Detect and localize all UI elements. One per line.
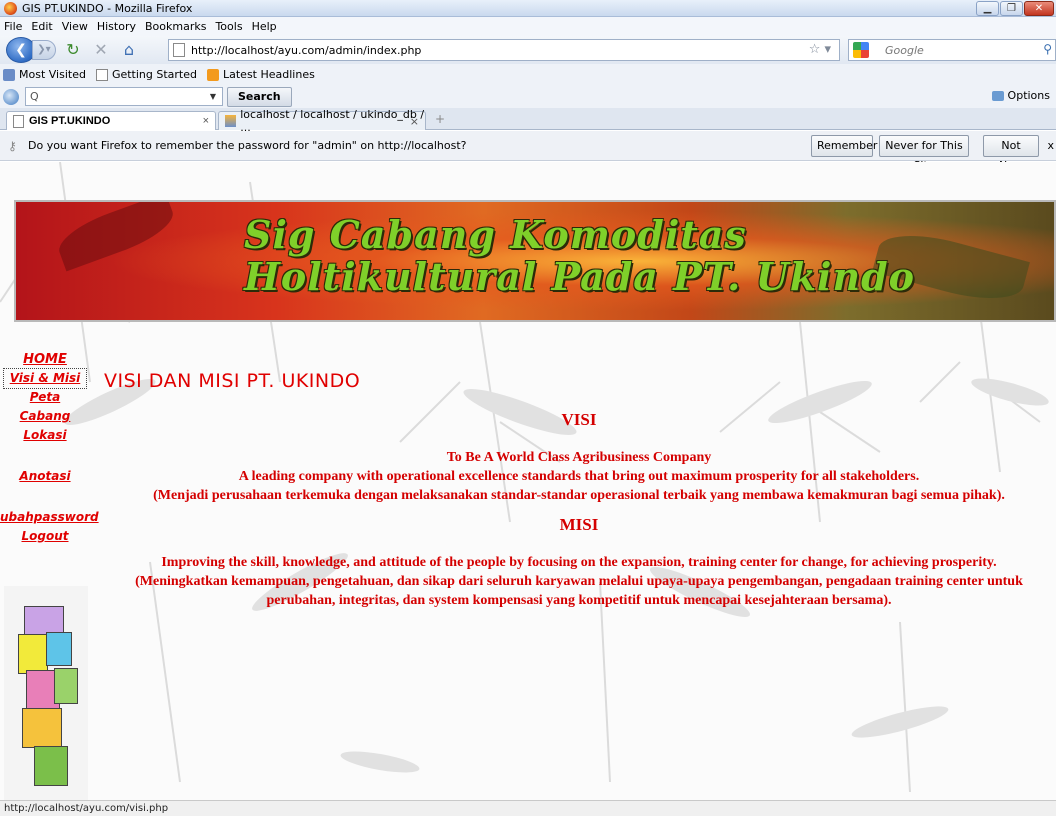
bookmark-label: Most Visited <box>19 68 86 81</box>
home-icon[interactable]: ⌂ <box>118 40 140 60</box>
search-engine-placeholder: Google <box>885 43 924 57</box>
menu-file[interactable]: File <box>4 20 22 33</box>
map-region <box>54 668 78 704</box>
options-label: Options <box>1007 89 1050 102</box>
address-bar[interactable]: http://localhost/ayu.com/admin/index.php… <box>168 39 840 61</box>
not-now-button[interactable]: Not Now <box>983 135 1039 172</box>
map-region <box>18 634 48 674</box>
toolbar-logo-icon[interactable] <box>3 88 19 105</box>
key-icon: ⚷ <box>8 138 17 153</box>
banner-line-1: Sig Cabang Komoditas <box>244 212 747 257</box>
bookmark-most-visited[interactable]: Most Visited <box>3 68 86 81</box>
options-button[interactable]: Options <box>991 89 1050 102</box>
nav-link-logout[interactable]: Logout <box>0 527 90 546</box>
remember-button[interactable]: Remember <box>811 135 877 157</box>
misi-line-2: (Meningkatkan kemampuan, pengetahuan, da… <box>135 574 1023 608</box>
window-controls: ▁ ❐ ✕ <box>976 1 1054 16</box>
page-icon <box>173 43 185 57</box>
toolbar-search-input[interactable]: Q ▼ <box>25 87 223 106</box>
url-text[interactable]: http://localhost/ayu.com/admin/index.php <box>191 44 421 57</box>
page-title: VISI DAN MISI PT. UKINDO <box>104 370 361 392</box>
menu-history[interactable]: History <box>97 20 136 33</box>
main-content: VISI DAN MISI PT. UKINDO VISI To Be A Wo… <box>104 370 1054 610</box>
nav-link-cabang[interactable]: Cabang <box>0 407 90 426</box>
region-map-thumbnail[interactable] <box>4 586 88 800</box>
nav-link-peta[interactable]: Peta <box>0 388 90 407</box>
bookmark-getting-started[interactable]: Getting Started <box>95 68 197 81</box>
forward-button[interactable]: ❯▾ <box>32 40 56 60</box>
bookmark-label: Latest Headlines <box>223 68 315 81</box>
banner-leaf <box>52 202 180 272</box>
nav-link-lokasi[interactable]: Lokasi <box>0 426 90 445</box>
menu-bar: File Edit View History Bookmarks Tools H… <box>0 17 1056 36</box>
never-for-site-button[interactable]: Never for This Site <box>879 135 969 172</box>
status-bar: http://localhost/ayu.com/visi.php <box>0 800 1056 816</box>
page-icon <box>13 114 24 128</box>
dropdown-arrow-icon[interactable]: ▼ <box>210 92 216 101</box>
search-toolbar: Q ▼ Search Options <box>0 85 1056 108</box>
toolbar-search-value: Q <box>30 90 39 103</box>
menu-bookmarks[interactable]: Bookmarks <box>145 20 206 33</box>
toolbar-search-button[interactable]: Search <box>227 86 292 107</box>
phpmyadmin-icon <box>225 115 237 127</box>
nav-link-ubahpassword[interactable]: ubahpassword <box>0 508 99 527</box>
visi-line-2: A leading company with operational excel… <box>238 469 920 484</box>
nav-link-home[interactable]: HOME <box>0 350 90 369</box>
menu-help[interactable]: Help <box>252 20 277 33</box>
close-tab-icon[interactable]: × <box>410 115 419 128</box>
window-title: GIS PT.UKINDO - Mozilla Firefox <box>22 1 193 15</box>
close-notification-icon[interactable]: x <box>1047 139 1054 152</box>
bookmark-latest-headlines[interactable]: Latest Headlines <box>207 68 315 81</box>
stop-icon[interactable]: ✕ <box>90 40 112 60</box>
password-notification-bar: ⚷ Do you want Firefox to remember the pa… <box>0 131 1056 172</box>
banner-line-2: Holtikultural Pada PT. Ukindo <box>244 254 916 299</box>
close-tab-icon[interactable]: × <box>203 115 209 127</box>
menu-tools[interactable]: Tools <box>215 20 242 33</box>
web-page: Sig Cabang Komoditas Holtikultural Pada … <box>0 162 1056 800</box>
most-visited-icon <box>3 68 15 81</box>
menu-edit[interactable]: Edit <box>31 20 52 33</box>
notification-message: Do you want Firefox to remember the pass… <box>28 139 467 152</box>
bookmark-star-icon[interactable]: ☆ ▾ <box>809 42 831 57</box>
nav-link-visi-misi[interactable]: Visi & Misi <box>3 368 87 389</box>
minimize-button[interactable]: ▁ <box>976 1 999 16</box>
page-icon <box>95 68 108 81</box>
new-tab-button[interactable]: + <box>430 112 450 129</box>
search-icon[interactable]: ⚲ <box>1043 42 1052 56</box>
tab-phpmyadmin[interactable]: localhost / localhost / ukindo_db / ... … <box>218 108 426 134</box>
google-icon[interactable] <box>853 42 869 58</box>
visi-line-3: (Menjadi perusahaan terkemuka dengan mel… <box>153 488 1005 503</box>
rss-icon <box>207 68 219 81</box>
bookmarks-toolbar: Most Visited Getting Started Latest Head… <box>0 64 1056 85</box>
map-region <box>34 746 68 786</box>
web-search-box[interactable]: Google ⚲ <box>848 39 1056 61</box>
misi-line-1: Improving the skill, knowledge, and atti… <box>161 555 997 570</box>
close-window-button[interactable]: ✕ <box>1024 1 1054 16</box>
tab-label: GIS PT.UKINDO <box>29 115 111 127</box>
sidebar-nav: HOME Visi & Misi Peta Cabang Lokasi Anot… <box>0 350 99 546</box>
tab-gis-ukindo[interactable]: GIS PT.UKINDO × <box>6 111 216 130</box>
misi-title: MISI <box>559 515 599 534</box>
tab-strip: GIS PT.UKINDO × localhost / localhost / … <box>0 108 1056 134</box>
maximize-button[interactable]: ❐ <box>1000 1 1023 16</box>
navigation-toolbar: ❮ ❯▾ ↻ ✕ ⌂ http://localhost/ayu.com/admi… <box>0 36 1056 64</box>
window-titlebar: GIS PT.UKINDO - Mozilla Firefox ▁ ❐ ✕ <box>0 0 1056 17</box>
visi-title: VISI <box>561 410 597 429</box>
nav-link-anotasi[interactable]: Anotasi <box>0 467 90 486</box>
bookmark-label: Getting Started <box>111 68 197 81</box>
banner-title: Sig Cabang Komoditas Holtikultural Pada … <box>244 214 944 298</box>
firefox-icon <box>4 1 17 15</box>
options-icon <box>991 90 1004 101</box>
map-region <box>46 632 72 666</box>
visi-line-1: To Be A World Class Agribusiness Company <box>446 450 712 465</box>
site-banner: Sig Cabang Komoditas Holtikultural Pada … <box>14 200 1056 322</box>
reload-icon[interactable]: ↻ <box>62 40 84 60</box>
map-region <box>22 708 62 748</box>
menu-view[interactable]: View <box>62 20 88 33</box>
